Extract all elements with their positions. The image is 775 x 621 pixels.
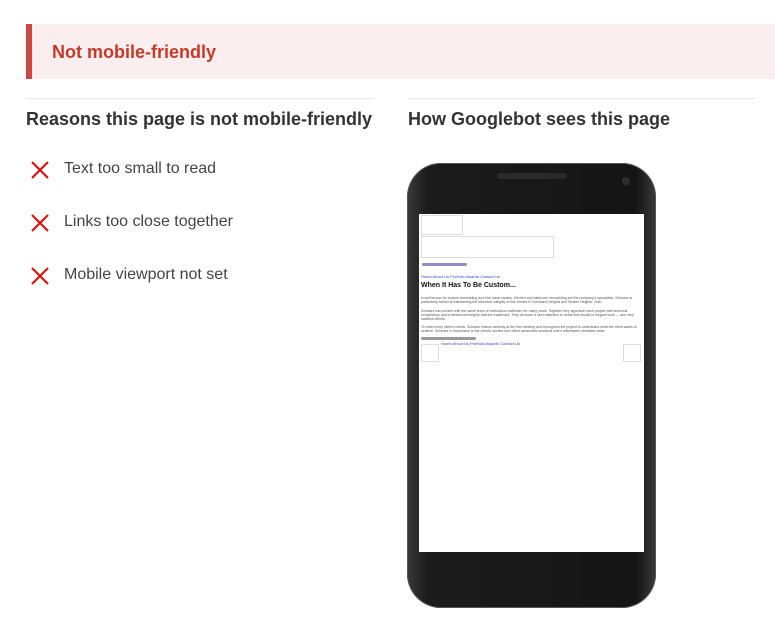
reasons-heading: Reasons this page is not mobile-friendly [26, 109, 373, 129]
x-icon [31, 267, 49, 285]
page-preview-screen: Home About Us Portfolio Awards Contact U… [419, 214, 644, 552]
phone-mockup: Home About Us Portfolio Awards Contact U… [407, 163, 656, 608]
preview-heading: How Googlebot sees this page [408, 109, 671, 129]
reason-label: Links too close together [64, 213, 233, 230]
x-icon [31, 214, 49, 232]
preview-paragraph: Schwarz has worked with the same team of… [421, 309, 634, 321]
preview-image-placeholder [421, 215, 463, 235]
reason-item: Mobile viewport not set [30, 264, 360, 288]
preview-footer-nav: Home About Us Portfolio Awards Contact U… [441, 341, 520, 346]
reason-label: Mobile viewport not set [64, 266, 228, 283]
phone-camera [622, 177, 630, 185]
preview-nav-links: Home About Us Portfolio Awards Contact U… [421, 274, 500, 279]
preview-image-placeholder [421, 236, 554, 258]
preview-image-placeholder [421, 344, 439, 362]
preview-paragraph: is well known for custom remodeling and … [421, 296, 633, 304]
preview-image-placeholder [623, 344, 641, 362]
status-title: Not mobile-friendly [52, 42, 217, 62]
status-banner: Not mobile-friendly [26, 24, 775, 79]
x-icon [31, 161, 49, 179]
reason-item: Text too small to read [30, 158, 360, 182]
reason-item: Links too close together [30, 211, 360, 235]
reason-label: Text too small to read [64, 160, 217, 177]
preview-page-heading: When It Has To Be Custom... [421, 282, 516, 289]
left-divider [26, 98, 374, 99]
right-divider [408, 98, 755, 99]
preview-footer-logo [421, 337, 476, 340]
phone-earpiece [497, 173, 567, 179]
preview-logo [422, 263, 467, 266]
preview-paragraph: To meet every client's needs, Schwarz li… [421, 325, 637, 333]
